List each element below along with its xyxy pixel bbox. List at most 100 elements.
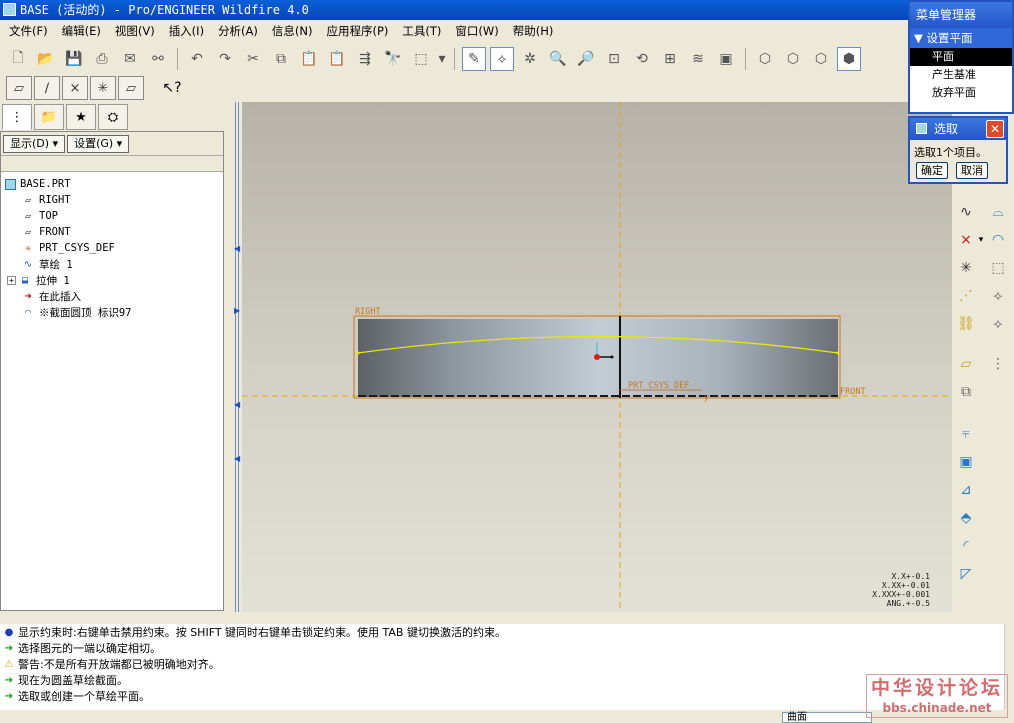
menu-item-plane[interactable]: 平面 [910,48,1012,66]
collapse-arrow-icon[interactable]: ◀ [234,454,240,463]
reorient-icon[interactable]: ⟲ [630,47,654,71]
select-dialog-titlebar[interactable]: 选取 ✕ [910,118,1006,140]
undo-icon[interactable]: ↶ [185,47,209,71]
plane-tool-icon[interactable]: ▱ [954,352,978,376]
menu-info[interactable]: 信息(N) [265,23,320,39]
sketch-mode-icon[interactable]: ✎ [462,47,486,71]
panel-splitter[interactable]: ◀ ▶ ◀ ◀ [232,102,242,612]
menu-edit[interactable]: 编辑(E) [55,23,108,39]
sweep-icon[interactable]: ⬚ [986,256,1010,280]
view-manager-icon[interactable]: ▣ [714,47,738,71]
menu-insert[interactable]: 插入(I) [162,23,211,39]
arc-endpoint[interactable] [836,351,840,355]
tree-item-sketch[interactable]: ∿ 草绘 1 [1,256,223,272]
collapse-arrow-icon[interactable]: ▶ [234,306,240,315]
menu-item-quit-plane[interactable]: 放弃平面 [910,84,1012,102]
expand-icon[interactable]: + [7,275,16,285]
no-hidden-icon[interactable]: ⬡ [809,47,833,71]
fillet-icon[interactable]: ◜ [954,534,978,558]
copy-feature-icon[interactable]: ⧉ [954,380,978,404]
csys-display-icon[interactable]: ✳ [90,76,116,100]
new-file-icon[interactable]: 🗋 [6,47,30,71]
selection-box-icon[interactable]: ⬚ [409,47,433,71]
tree-item-top[interactable]: ▱ TOP [1,208,223,224]
chamfer-icon[interactable]: ◸ [954,562,978,586]
tree-item-front[interactable]: ▱ FRONT [1,224,223,240]
favorites-tab-icon[interactable]: ★ [66,104,96,130]
display-dropdown-button[interactable]: 显示(D) ▾ [3,134,66,153]
surface-icon[interactable]: ⌓ [986,200,1010,224]
menu-analysis[interactable]: 分析(A) [211,23,265,39]
select-vertex-icon[interactable]: ⟡ [490,47,514,71]
hole-icon[interactable]: ⫧ [954,422,978,446]
chain-icon[interactable]: ⛓ [954,312,978,336]
cancel-button[interactable]: 取消 [956,162,988,179]
arc-endpoint[interactable] [356,351,360,355]
collapse-arrow-icon[interactable]: ◀ [234,244,240,253]
spline-icon[interactable]: ∿ [954,200,978,224]
refit-icon[interactable]: ⊡ [602,47,626,71]
paste-icon[interactable]: 📋 [297,47,321,71]
selection-filter[interactable]: 曲面 [782,712,872,723]
layers-icon[interactable]: ≋ [686,47,710,71]
collapse-arrow-icon[interactable]: ◀ [234,400,240,409]
menu-file[interactable]: 文件(F) [2,23,55,39]
tree-item-extrude[interactable]: + ⬓ 拉伸 1 [1,272,223,288]
menu-help[interactable]: 帮助(H) [506,23,561,39]
tree-item-right[interactable]: ▱ RIGHT [1,192,223,208]
zoom-out-icon[interactable]: 🔎 [574,47,598,71]
save-icon[interactable]: 💾 [62,47,86,71]
shell-icon[interactable]: ▣ [954,450,978,474]
model-viewport[interactable]: y [242,102,952,612]
pattern-icon[interactable]: ⋮ [986,352,1010,376]
menu-manager-submenu[interactable]: ▼ 设置平面 [910,28,1012,48]
regenerate-icon[interactable]: ⇶ [353,47,377,71]
folder-browser-tab-icon[interactable]: 📁 [34,104,64,130]
paste-special-icon[interactable]: 📋 [325,47,349,71]
annotation-display-icon[interactable]: ▱ [118,76,144,100]
saved-views-icon[interactable]: ⊞ [658,47,682,71]
tree-item-dome[interactable]: ⌒ ※截面圆顶 标识97 [1,304,223,320]
close-icon[interactable]: ✕ [986,120,1004,138]
spin-center-icon[interactable]: ✲ [518,47,542,71]
tree-item-base-prt[interactable]: BASE.PRT [1,176,223,192]
open-folder-icon[interactable]: 📂 [34,47,58,71]
datum-plane-display-icon[interactable]: ▱ [6,76,32,100]
print-icon[interactable]: ⎙ [90,47,114,71]
menu-tools[interactable]: 工具(T) [395,23,448,39]
graphics-window[interactable]: y RIGHT FRONT PRT_CSYS_DEF X.X+-0.1 X.XX… [242,102,952,612]
tree-item-csys[interactable]: ✳ PRT_CSYS_DEF [1,240,223,256]
round-icon[interactable]: ⟡ [986,312,1010,336]
dropdown-arrow-icon[interactable]: ▾ [976,228,986,252]
tree-item-insert-here[interactable]: ➜ 在此插入 [1,288,223,304]
hidden-line-icon[interactable]: ⬡ [781,47,805,71]
link-icon[interactable]: ⚯ [146,47,170,71]
menu-item-make-datum[interactable]: 产生基准 [910,66,1012,84]
email-icon[interactable]: ✉ [118,47,142,71]
menu-window[interactable]: 窗口(W) [448,23,505,39]
csys-origin[interactable] [594,354,600,360]
revolve-icon[interactable]: ◠ [986,228,1010,252]
analysis-icon[interactable]: ⋰ [954,284,978,308]
find-icon[interactable]: 🔭 [381,47,405,71]
settings-dropdown-button[interactable]: 设置(G) ▾ [67,134,130,153]
rib-icon[interactable]: ⊿ [954,478,978,502]
datum-point-display-icon[interactable]: × [62,76,88,100]
menu-applications[interactable]: 应用程序(P) [319,23,395,39]
copy-icon[interactable]: ⧉ [269,47,293,71]
redo-icon[interactable]: ↷ [213,47,237,71]
cut-icon[interactable]: ✂ [241,47,265,71]
dropdown-arrow-icon[interactable]: ▾ [437,47,447,71]
ok-button[interactable]: 确定 [916,162,948,179]
connections-tab-icon[interactable]: ⛭ [98,104,128,130]
csys-icon[interactable]: ✳ [954,256,978,280]
wireframe-icon[interactable]: ⬡ [753,47,777,71]
context-help-icon[interactable]: ↖? [160,76,184,100]
datum-point-icon[interactable]: × [954,228,978,252]
menu-view[interactable]: 视图(V) [108,23,162,39]
draft-icon[interactable]: ⬘ [954,506,978,530]
datum-axis-display-icon[interactable]: ∕ [34,76,60,100]
blend-icon[interactable]: ⟡ [986,284,1010,308]
model-tree-tab-icon[interactable]: ⋮ [2,104,32,130]
zoom-in-icon[interactable]: 🔍 [546,47,570,71]
